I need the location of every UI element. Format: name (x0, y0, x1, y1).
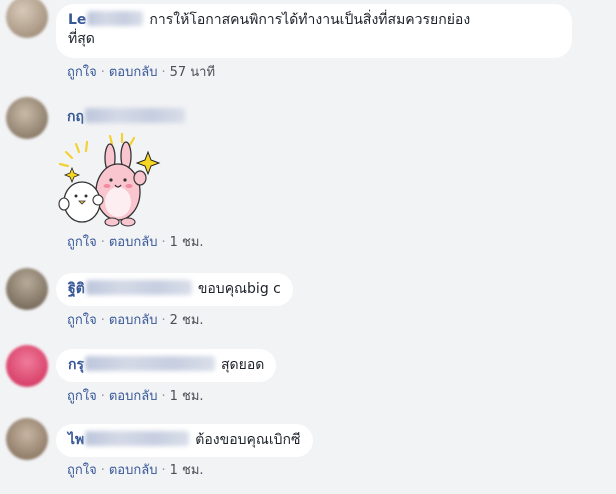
redacted-name (85, 356, 215, 371)
timestamp[interactable]: 1 ชม. (170, 235, 204, 250)
reply-link[interactable]: ตอบกลับ (109, 389, 158, 404)
comment-bubble: กรุ สุดยอด (56, 349, 277, 382)
comment-text-line2: ที่สุด (68, 31, 95, 47)
comment-text: การให้โอกาสคนพิการได้ทำงานเป็นสิ่งที่สมค… (149, 12, 471, 28)
avatar[interactable] (6, 418, 48, 460)
comment-actions: ถูกใจ · ตอบกลับ · 2 ชม. (67, 313, 204, 328)
comment-author[interactable]: Le (68, 12, 86, 28)
like-link[interactable]: ถูกใจ (67, 463, 97, 478)
comment-text: ต้องขอบคุณเบิกซี (195, 432, 301, 448)
avatar[interactable] (6, 268, 48, 310)
reply-link[interactable]: ตอบกลับ (109, 65, 158, 80)
comment-header: กฤ (67, 108, 191, 127)
comment-actions: ถูกใจ · ตอบกลับ · 1 ชม. (67, 463, 204, 478)
comment-bubble: Le การให้โอกาสคนพิการได้ทำงานเป็นสิ่งที่ส… (56, 4, 572, 58)
redacted-name (85, 431, 190, 446)
kanahei-rabbit-sticker-icon (58, 132, 161, 227)
like-link[interactable]: ถูกใจ (67, 235, 97, 250)
avatar[interactable] (6, 0, 48, 38)
timestamp[interactable]: 1 ชม. (170, 389, 204, 404)
comment-actions: ถูกใจ · ตอบกลับ · 1 ชม. (67, 389, 204, 404)
avatar[interactable] (6, 97, 48, 139)
reply-link[interactable]: ตอบกลับ (109, 313, 158, 328)
redacted-name (84, 108, 185, 123)
comment-author[interactable]: กฤ (67, 109, 84, 125)
like-link[interactable]: ถูกใจ (67, 313, 97, 328)
timestamp[interactable]: 57 นาที (170, 65, 215, 80)
comment-author[interactable]: กรุ (68, 357, 84, 373)
like-link[interactable]: ถูกใจ (67, 389, 97, 404)
redacted-name (85, 280, 192, 295)
reply-link[interactable]: ตอบกลับ (109, 463, 158, 478)
comment-text: ขอบคุณbig c (197, 281, 281, 297)
comment-actions: ถูกใจ · ตอบกลับ · 57 นาที (67, 65, 216, 80)
comment-actions: ถูกใจ · ตอบกลับ · 1 ชม. (67, 235, 204, 250)
comment-bubble: ฐิติ ขอบคุณbig c (56, 273, 293, 306)
comment-author[interactable]: ฐิติ (68, 281, 85, 297)
comment-bubble: ไพ ต้องขอบคุณเบิกซี (56, 424, 313, 457)
like-link[interactable]: ถูกใจ (67, 65, 97, 80)
reply-link[interactable]: ตอบกลับ (109, 235, 158, 250)
timestamp[interactable]: 1 ชม. (170, 463, 204, 478)
timestamp[interactable]: 2 ชม. (170, 313, 204, 328)
comment-text: สุดยอด (221, 357, 265, 373)
avatar[interactable] (6, 345, 48, 387)
redacted-name (87, 11, 144, 26)
comment-author[interactable]: ไพ (68, 432, 84, 448)
